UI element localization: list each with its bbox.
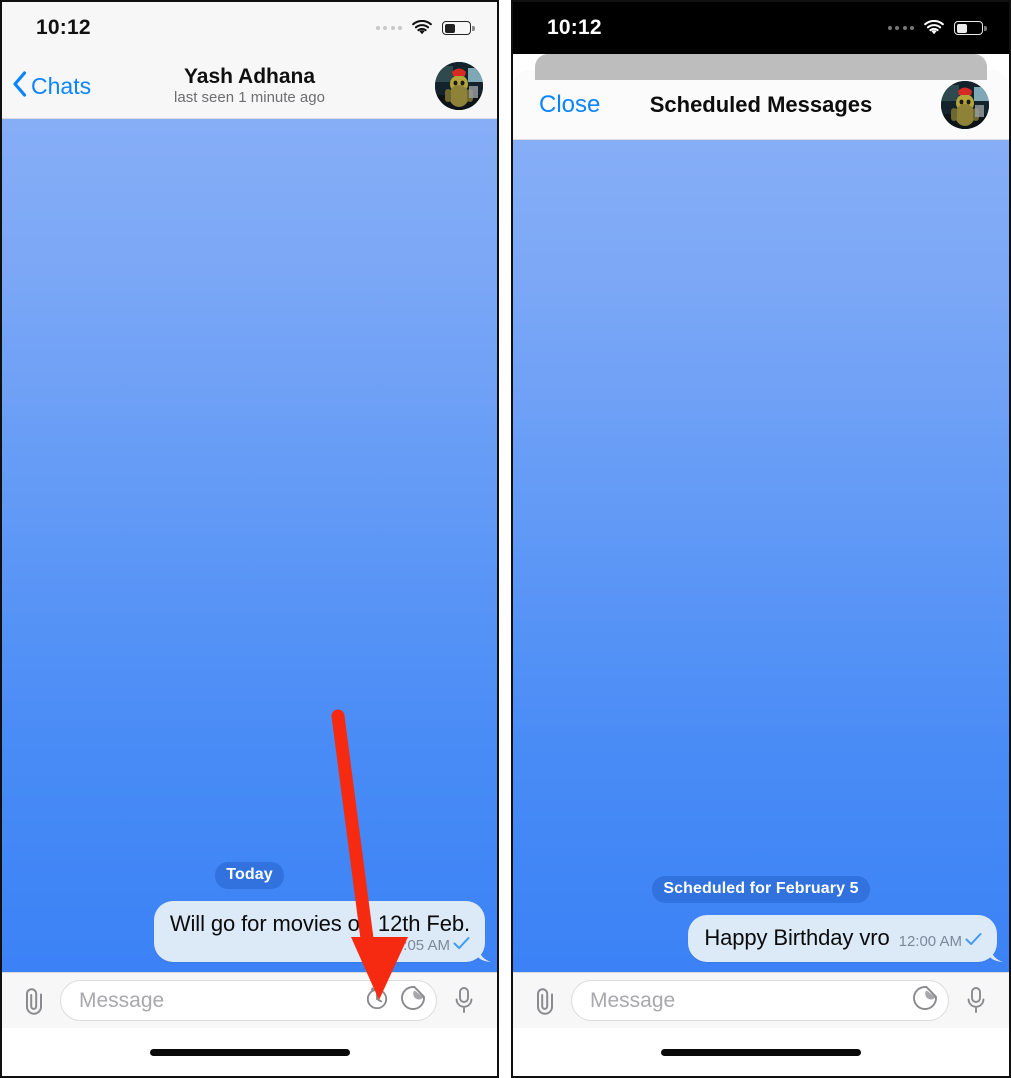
message-row: Will go for movies on 12th Feb. 10:05 AM	[14, 901, 485, 962]
paperclip-icon[interactable]	[529, 986, 563, 1016]
message-meta: 10:05 AM	[387, 936, 470, 955]
single-check-icon	[453, 936, 470, 955]
chevron-left-icon	[12, 70, 27, 103]
close-button[interactable]: Close	[539, 91, 600, 119]
sticker-icon[interactable]	[400, 985, 426, 1016]
microphone-icon[interactable]	[449, 986, 479, 1016]
paperclip-icon[interactable]	[18, 986, 52, 1016]
message-row: Happy Birthday vro 12:00 AM	[525, 915, 997, 962]
message-text: Will go for movies on 12th Feb.	[169, 911, 470, 937]
scheduled-separator-badge: Scheduled for February 5	[652, 876, 870, 904]
contact-avatar[interactable]	[941, 80, 989, 129]
message-input-bar: Message	[2, 972, 497, 1028]
battery-icon	[954, 21, 987, 35]
status-indicators	[887, 20, 987, 36]
message-input-field[interactable]: Message	[60, 980, 437, 1021]
right-status-bar: 10:12	[513, 2, 1009, 54]
clock-arrow-icon[interactable]	[364, 985, 390, 1016]
input-inline-icons	[364, 985, 426, 1016]
back-label: Chats	[31, 72, 92, 99]
message-placeholder: Message	[590, 988, 676, 1012]
message-input-field[interactable]: Message	[571, 980, 949, 1021]
sheet-stack-背	[535, 54, 987, 80]
home-indicator	[149, 1048, 350, 1056]
right-phone-screen: 10:12 Close Scheduled Messages Scheduled…	[511, 0, 1011, 1078]
signal-dots-icon	[375, 26, 402, 30]
contact-avatar[interactable]	[435, 62, 483, 110]
message-time: 12:00 AM	[898, 933, 962, 950]
home-indicator-area	[2, 1028, 497, 1076]
status-time: 10:12	[547, 16, 602, 39]
chat-message-area: Today Will go for movies on 12th Feb. 10…	[2, 119, 497, 972]
left-phone-screen: 10:12 Chats Yash Adhana last seen 1 minu…	[0, 0, 499, 1078]
back-to-chats-button[interactable]: Chats	[12, 70, 91, 103]
message-meta: 12:00 AM	[899, 932, 982, 951]
sticker-icon[interactable]	[912, 985, 938, 1016]
scheduled-messages-modal: Close Scheduled Messages Scheduled for F…	[513, 70, 1009, 1076]
scheduled-messages-list: Scheduled for February 5 Happy Birthday …	[513, 876, 1009, 962]
day-separator-badge: Today	[215, 862, 284, 890]
screenshot-stage: 10:12 Chats Yash Adhana last seen 1 minu…	[0, 0, 1011, 1078]
day-separator-row: Today	[14, 862, 485, 890]
scheduled-separator-row: Scheduled for February 5	[525, 876, 997, 904]
left-status-bar: 10:12	[2, 2, 497, 54]
message-text: Happy Birthday vro	[704, 925, 890, 951]
battery-icon	[442, 21, 475, 35]
wifi-icon	[923, 20, 945, 36]
outgoing-message-bubble[interactable]: Will go for movies on 12th Feb. 10:05 AM	[153, 901, 485, 962]
message-time: 10:05 AM	[386, 937, 450, 954]
scheduled-message-bubble[interactable]: Happy Birthday vro 12:00 AM	[688, 915, 997, 962]
chat-nav-bar: Chats Yash Adhana last seen 1 minute ago	[2, 54, 497, 119]
microphone-icon[interactable]	[961, 986, 991, 1016]
message-input-bar: Message	[513, 972, 1009, 1028]
modal-nav-bar: Close Scheduled Messages	[513, 70, 1009, 140]
wifi-icon	[411, 20, 433, 36]
single-check-icon	[965, 932, 982, 951]
message-placeholder: Message	[79, 988, 165, 1012]
status-time: 10:12	[36, 16, 91, 39]
home-indicator-area	[513, 1028, 1009, 1076]
scheduled-messages-area: Scheduled for February 5 Happy Birthday …	[513, 140, 1009, 972]
chat-messages-list: Today Will go for movies on 12th Feb. 10…	[2, 862, 497, 962]
input-inline-icons	[912, 985, 938, 1016]
signal-dots-icon	[887, 26, 914, 30]
home-indicator	[661, 1048, 861, 1056]
status-indicators	[375, 20, 475, 36]
